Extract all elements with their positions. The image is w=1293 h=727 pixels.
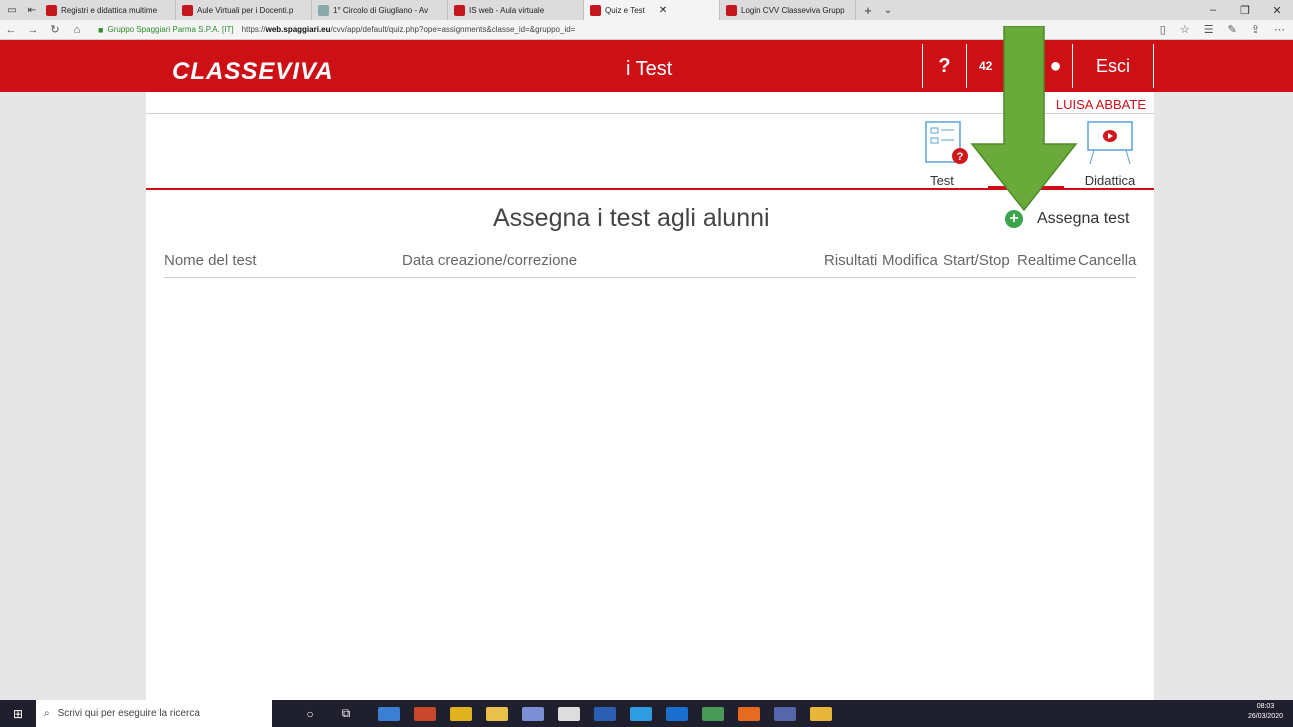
address-bar: ← → ↻ ⌂ ■ Gruppo Spaggiari Parma S.P.A. … — [0, 20, 1293, 40]
edge-icon[interactable] — [666, 706, 688, 721]
classeviva-logo[interactable]: CLASSEVIVA — [172, 58, 334, 86]
window-controls: – ❐ ✕ — [1197, 0, 1293, 20]
browser-tab[interactable]: Registri e didattica multime — [40, 0, 176, 20]
browser-actions: ▯ ☆ ☰ ✎ ⇪ ⋯ — [1160, 23, 1285, 36]
column-header: Modifica — [882, 252, 938, 269]
app-icon[interactable] — [378, 706, 400, 721]
tab-actions-icon[interactable]: ▭ — [4, 2, 20, 18]
browser-tab-active[interactable]: Quiz e Test ✕ — [584, 0, 720, 20]
task-view-icon[interactable]: ⧉ — [328, 700, 364, 727]
favicon-icon — [182, 4, 193, 16]
forward-icon[interactable]: → — [22, 24, 44, 36]
browser-tab[interactable]: 1° Circolo di Giugliano - Av — [312, 0, 448, 20]
skype-icon[interactable] — [630, 706, 652, 721]
assign-test-button[interactable]: + Assegna test — [1005, 210, 1130, 228]
favorite-star-icon[interactable]: ☆ — [1180, 23, 1190, 36]
lock-icon: ■ — [98, 24, 104, 35]
test-tab[interactable]: ? Test — [912, 118, 972, 188]
share-icon[interactable]: ⇪ — [1251, 23, 1260, 36]
chevron-down-icon[interactable]: ⌄ — [880, 2, 896, 18]
cortana-icon[interactable]: ○ — [292, 700, 328, 727]
windows-taskbar: ⊞ ⌕ Scrivi qui per eseguire la ricerca ○… — [0, 700, 1293, 727]
home-icon[interactable]: ⌂ — [66, 24, 88, 36]
url-field[interactable]: ■ Gruppo Spaggiari Parma S.P.A. [IT] htt… — [98, 25, 575, 35]
browser-tab-bar: ▭ ⇤ Registri e didattica multime Aule Vi… — [0, 0, 1293, 20]
store-icon[interactable] — [522, 706, 544, 721]
minimize-icon[interactable]: – — [1197, 0, 1229, 20]
more-icon[interactable]: ⋯ — [1274, 23, 1285, 36]
close-window-icon[interactable]: ✕ — [1261, 0, 1293, 20]
system-clock[interactable]: 08:03 26/03/2020 — [1248, 702, 1283, 722]
powerpoint-icon[interactable] — [414, 706, 436, 721]
column-header: Data creazione/correzione — [402, 252, 578, 269]
favorites-hub-icon[interactable]: ☰ — [1204, 23, 1214, 36]
column-header: Cancella — [1078, 252, 1137, 269]
search-icon: ⌕ — [44, 708, 50, 719]
taskbar-search[interactable]: ⌕ Scrivi qui per eseguire la ricerca — [36, 700, 272, 727]
didattica-tab[interactable]: Didattica — [1066, 118, 1154, 188]
back-icon[interactable]: ← — [0, 24, 22, 36]
app-icon[interactable] — [450, 706, 472, 721]
reading-view-icon[interactable]: ▯ — [1160, 23, 1166, 36]
favicon-icon — [454, 4, 465, 16]
svg-text:?: ? — [957, 151, 964, 163]
test-list-icon: ? — [925, 121, 968, 164]
favicon-icon — [726, 4, 737, 16]
word-icon[interactable] — [594, 706, 616, 721]
app-icon[interactable] — [774, 706, 796, 721]
page-title: i Test — [626, 58, 673, 80]
column-header: Realtime — [1017, 252, 1077, 269]
app-icon[interactable] — [558, 706, 580, 721]
help-button[interactable]: ? — [922, 44, 966, 88]
set-aside-tabs-icon[interactable]: ⇤ — [24, 2, 40, 18]
app-icon[interactable] — [702, 706, 724, 721]
site-identity: Gruppo Spaggiari Parma S.P.A. [IT] — [107, 25, 234, 34]
favicon-icon — [318, 4, 329, 16]
column-header: Start/Stop — [943, 252, 1010, 269]
close-tab-icon[interactable]: ✕ — [659, 5, 667, 16]
favicon-icon — [46, 4, 57, 16]
presentation-board-icon — [1087, 121, 1133, 165]
new-tab-icon[interactable]: + — [860, 2, 876, 18]
firefox-icon[interactable] — [738, 706, 760, 721]
pen-icon[interactable]: ✎ — [1228, 23, 1237, 36]
logout-button[interactable]: Esci — [1072, 44, 1154, 88]
main-heading: Assegna i test agli alunni — [493, 204, 770, 232]
chrome-icon[interactable] — [810, 706, 832, 721]
browser-tab[interactable]: Aule Virtuali per i Docenti.p — [176, 0, 312, 20]
maximize-icon[interactable]: ❐ — [1229, 0, 1261, 20]
windows-start-icon[interactable]: ⊞ — [0, 700, 36, 727]
url-text: https://web.spaggiari.eu/cvv/app/default… — [241, 25, 576, 34]
file-explorer-icon[interactable] — [486, 706, 508, 721]
column-header: Risultati — [824, 252, 878, 269]
column-header: Nome del test — [164, 252, 257, 269]
browser-tab[interactable]: Login CVV Classeviva Grupp — [720, 0, 856, 20]
favicon-icon — [590, 4, 601, 16]
browser-tab[interactable]: IS web - Aula virtuale — [448, 0, 584, 20]
green-arrow-annotation — [970, 26, 1078, 211]
table-header: Nome del test Data creazione/correzione … — [164, 252, 1136, 278]
refresh-icon[interactable]: ↻ — [44, 23, 66, 36]
add-circle-icon: + — [1005, 210, 1023, 228]
